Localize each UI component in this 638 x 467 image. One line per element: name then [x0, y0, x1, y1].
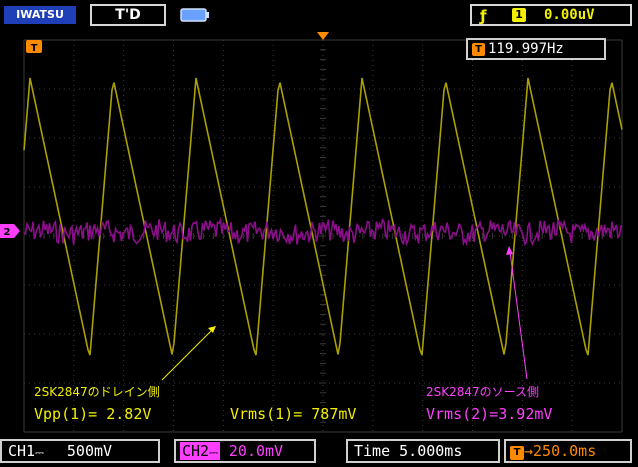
- rising-edge-icon: ƒ: [480, 7, 487, 25]
- brand-logo: IWATSU: [4, 6, 76, 24]
- oscilloscope-screen: IWATSU T'D ƒ 1 0.00uV T 2 T 119.997Hz 2S…: [0, 0, 638, 467]
- trigger-badge: T: [510, 446, 524, 460]
- source-annotation: 2SK2847のソース側: [426, 385, 540, 399]
- timebase-box[interactable]: Time 5.000ms: [346, 439, 500, 463]
- trigger-position: →250.0ms: [524, 442, 597, 460]
- vrms-ch2-measurement: Vrms(2)=3.92mV: [426, 405, 553, 423]
- trigger-badge: T: [472, 43, 485, 56]
- trigger-settings[interactable]: ƒ 1 0.00uV: [470, 4, 632, 26]
- ch2-ground-marker: 2: [0, 224, 20, 238]
- ch2-scale-box[interactable]: CH2⎓ 20.0mV: [174, 439, 316, 463]
- time-scale: 5.000ms: [399, 442, 463, 460]
- vrms-ch1-measurement: Vrms(1)= 787mV: [230, 405, 357, 423]
- graticule: T 2: [0, 32, 623, 433]
- bottom-status-bar: CH1⎓ 500mV CH2⎓ 20.0mV Time 5.000ms T →25…: [0, 436, 638, 467]
- trigger-level: 0.00uV: [544, 7, 595, 23]
- vpp-ch1-measurement: Vpp(1)= 2.82V: [34, 405, 152, 423]
- drain-annotation: 2SK2847のドレイン側: [34, 385, 160, 399]
- trigger-position-box[interactable]: T →250.0ms: [504, 439, 632, 463]
- ch1-scale-box[interactable]: CH1⎓ 500mV: [0, 439, 160, 463]
- svg-text:2: 2: [4, 227, 11, 238]
- frequency-readout: T 119.997Hz: [466, 38, 606, 60]
- trigger-position-marker: [317, 32, 329, 40]
- trigger-level-marker: T: [26, 40, 42, 54]
- trigger-source-badge: 1: [512, 8, 526, 22]
- ch1-label: CH1: [8, 442, 36, 460]
- trigger-status: T'D: [90, 4, 166, 26]
- dc-coupling-icon: ⎓: [35, 446, 44, 459]
- dc-coupling-icon: ⎓: [209, 446, 218, 459]
- battery-icon: [180, 8, 209, 22]
- ch2-label: CH2: [182, 442, 210, 460]
- time-label: Time: [354, 442, 391, 460]
- frequency-value: 119.997Hz: [488, 41, 564, 57]
- ch2-scale: 20.0mV: [228, 442, 284, 460]
- top-status-bar: IWATSU T'D ƒ 1 0.00uV: [0, 0, 638, 30]
- ch1-scale: 500mV: [66, 442, 113, 460]
- svg-text:T: T: [31, 43, 38, 54]
